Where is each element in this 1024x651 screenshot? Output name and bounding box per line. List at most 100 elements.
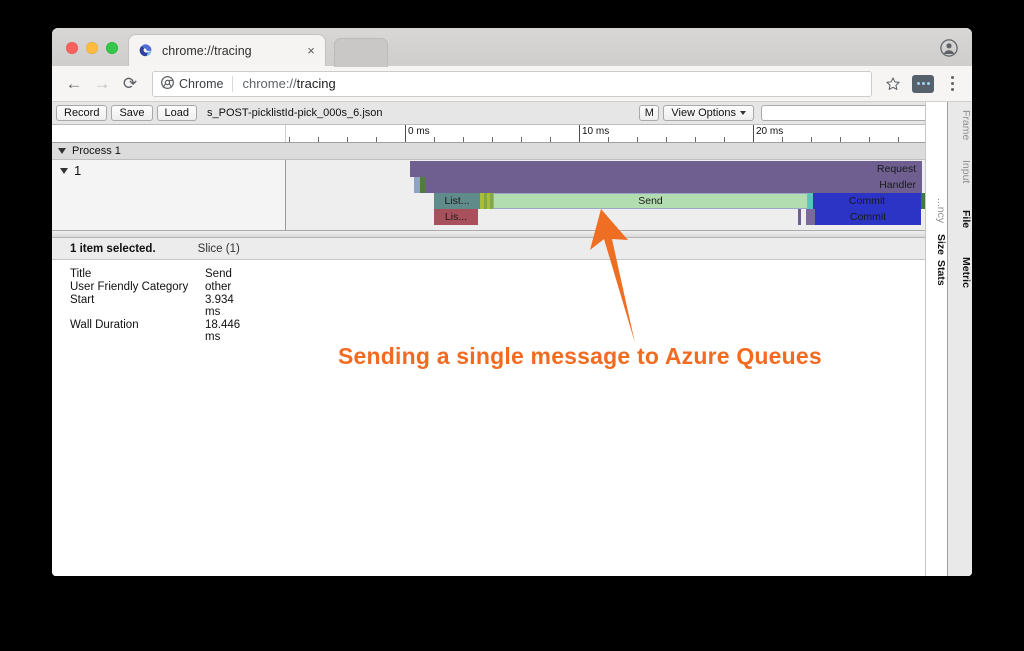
ruler-minor-tick [666, 137, 667, 142]
tab-title: chrome://tracing [162, 43, 252, 58]
detail-unit: ms [205, 331, 221, 343]
window-traffic-lights [66, 42, 118, 54]
browser-tab[interactable]: chrome://tracing × [128, 34, 326, 66]
timeline-slice[interactable]: Request [410, 161, 922, 177]
side-tab-frame[interactable]: Frame [948, 110, 972, 140]
browser-window: chrome://tracing × ← → ⟳ Chrome chrome:/… [52, 28, 972, 576]
ruler-minor-tick [550, 137, 551, 142]
timeline-slice[interactable] [806, 209, 815, 225]
ruler-minor-tick [724, 137, 725, 142]
pane-splitter[interactable] [52, 230, 972, 238]
thread-row-header[interactable]: 1 [60, 163, 81, 178]
extension-icon[interactable] [912, 74, 934, 93]
ruler-minor-tick [608, 137, 609, 142]
ruler-major-tick: 20 ms [753, 125, 783, 142]
ruler-minor-tick [318, 137, 319, 142]
view-options-label: View Options [671, 107, 736, 119]
ruler-minor-tick [782, 137, 783, 142]
ruler-minor-tick [811, 137, 812, 142]
ruler-minor-tick [434, 137, 435, 142]
ruler-minor-tick [840, 137, 841, 142]
process-label: Process 1 [72, 145, 121, 157]
side-tab-ncy[interactable]: ...ncy [926, 198, 947, 223]
new-tab-placeholder[interactable] [334, 38, 388, 67]
track-label-column: 1 [52, 160, 286, 230]
thread-expand-triangle-icon[interactable] [60, 167, 68, 174]
timeline-slice[interactable]: Lis... [434, 209, 478, 225]
load-button[interactable]: Load [156, 105, 198, 121]
track-pre-gutter [286, 160, 354, 230]
address-bar[interactable]: Chrome chrome://tracing [152, 70, 872, 97]
forward-button[interactable]: → [88, 70, 116, 98]
chevron-down-icon [740, 111, 746, 116]
ruler-minor-tick [869, 137, 870, 142]
timeline-ruler-row: 0 ms10 ms20 ms30 ms [52, 125, 972, 143]
detail-value: other [205, 281, 232, 293]
ruler-minor-tick [898, 137, 899, 142]
ruler-minor-tick [637, 137, 638, 142]
ruler-left-gutter [52, 125, 286, 142]
detail-key: Wall Duration [70, 319, 139, 331]
tracing-toolbar: Record Save Load s_POST-picklistId-pick_… [52, 102, 972, 447]
chrome-logo-icon [161, 75, 174, 92]
side-tab-input[interactable]: Input [948, 160, 972, 183]
detail-value: 3.934 ms [205, 294, 234, 318]
side-tab-file[interactable]: File [948, 210, 972, 228]
ruler-tick-label: 20 ms [756, 126, 784, 137]
ruler-minor-tick [695, 137, 696, 142]
expand-triangle-icon[interactable] [58, 148, 66, 154]
process-group-row[interactable]: Process 1 [52, 143, 972, 160]
detail-value: 18.446 ms [205, 319, 241, 343]
kebab-menu-icon[interactable] [940, 71, 964, 97]
ruler-minor-tick [463, 137, 464, 142]
search-input[interactable] [761, 105, 941, 121]
detail-key: User Friendly Category [70, 281, 189, 293]
side-tab-strips: ...ncy Size Stats Frame Input File Metric [925, 102, 972, 576]
side-tab-size[interactable]: Size [926, 234, 947, 255]
reload-button[interactable]: ⟳ [116, 70, 144, 98]
detail-key: Title [70, 268, 92, 280]
timeline-slice[interactable]: Commit [813, 193, 921, 209]
omnibox-url-prefix: chrome:// [242, 76, 297, 91]
record-button[interactable]: Record [56, 105, 108, 121]
metrics-button[interactable]: M [639, 105, 660, 121]
omnibox-url: chrome://tracing [242, 76, 335, 91]
minimize-window-button[interactable] [86, 42, 98, 54]
ruler-major-tick: 10 ms [579, 125, 609, 142]
ruler-minor-tick [521, 137, 522, 142]
side-tab-stats[interactable]: Stats [926, 260, 947, 286]
side-tab-metric[interactable]: Metric [948, 257, 972, 288]
annotation-caption: Sending a single message to Azure Queues [338, 343, 822, 369]
close-window-button[interactable] [66, 42, 78, 54]
details-body: Title Send User Friendly Category other Star… [52, 260, 972, 492]
timeline-slice[interactable]: Handler [425, 177, 922, 193]
slice-count-tab[interactable]: Slice (1) [198, 243, 240, 255]
view-options-dropdown[interactable]: View Options [663, 105, 754, 121]
ruler-minor-tick [347, 137, 348, 142]
loaded-filename: s_POST-picklistId-pick_000s_6.json [207, 107, 383, 119]
ruler-major-tick: 0 ms [405, 125, 430, 142]
detail-key: Start [70, 294, 95, 306]
profile-avatar-icon[interactable] [940, 39, 958, 57]
ruler-minor-tick [376, 137, 377, 142]
timeline-slice[interactable]: Commit [815, 209, 921, 225]
thread-label: 1 [74, 163, 82, 178]
back-button[interactable]: ← [60, 70, 88, 98]
selection-summary: 1 item selected. [70, 242, 156, 255]
side-tab-strip-outer: Frame Input File Metric [947, 102, 972, 576]
timeline-ruler[interactable]: 0 ms10 ms20 ms30 ms [285, 125, 925, 142]
timeline-slice[interactable]: List... [434, 193, 480, 209]
timeline-slice[interactable] [798, 209, 801, 225]
omnibox-url-host: tracing [296, 76, 336, 91]
ruler-tick-label: 10 ms [582, 126, 610, 137]
detail-value: Send [205, 268, 232, 280]
details-header: 1 item selected. Slice (1) [52, 238, 972, 260]
screenshot-root: chrome://tracing × ← → ⟳ Chrome chrome:/… [0, 0, 1024, 651]
detail-row: Start 3.934 ms [70, 294, 265, 318]
close-tab-icon[interactable]: × [303, 43, 319, 59]
maximize-window-button[interactable] [106, 42, 118, 54]
bookmark-star-icon[interactable] [880, 71, 906, 97]
tab-strip: chrome://tracing × [52, 28, 972, 67]
ruler-minor-tick [492, 137, 493, 142]
save-button[interactable]: Save [111, 105, 153, 121]
